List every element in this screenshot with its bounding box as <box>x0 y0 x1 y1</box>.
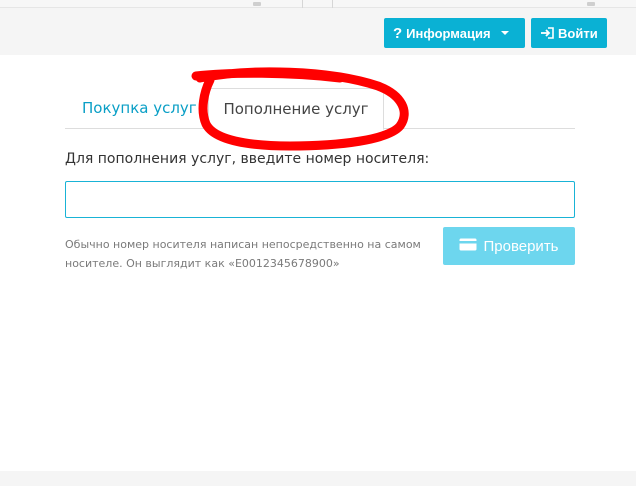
login-button[interactable]: Войти <box>531 18 607 48</box>
top-chrome-strip <box>0 0 636 8</box>
check-button-label: Проверить <box>483 237 559 255</box>
info-dropdown-button[interactable]: ? Информация <box>384 18 525 48</box>
top-strip-divider <box>302 0 303 8</box>
card-icon <box>459 238 477 255</box>
caret-down-icon <box>500 31 509 35</box>
page: ? Информация Войти Покупка услуг Пополне… <box>0 0 636 486</box>
top-strip-marker <box>253 2 261 6</box>
hint-text: Обычно номер носителя написан непосредст… <box>65 238 421 270</box>
top-strip-divider <box>332 0 333 8</box>
info-button-label: Информация <box>406 25 491 41</box>
login-icon <box>540 27 554 39</box>
login-button-label: Войти <box>558 25 598 41</box>
header-bar: ? Информация Войти <box>0 8 636 55</box>
carrier-number-input[interactable] <box>65 181 575 218</box>
tab-topup-services[interactable]: Пополнение услуг <box>208 88 384 130</box>
tabs: Покупка услуг Пополнение услуг <box>65 88 575 130</box>
bottom-strip <box>0 471 636 486</box>
check-button[interactable]: Проверить <box>443 227 575 265</box>
input-label: Для пополнения услуг, введите номер носи… <box>65 151 430 167</box>
top-strip-marker <box>587 2 595 6</box>
question-icon: ? <box>393 24 403 42</box>
tab-buy-services[interactable]: Покупка услуг <box>82 88 197 129</box>
